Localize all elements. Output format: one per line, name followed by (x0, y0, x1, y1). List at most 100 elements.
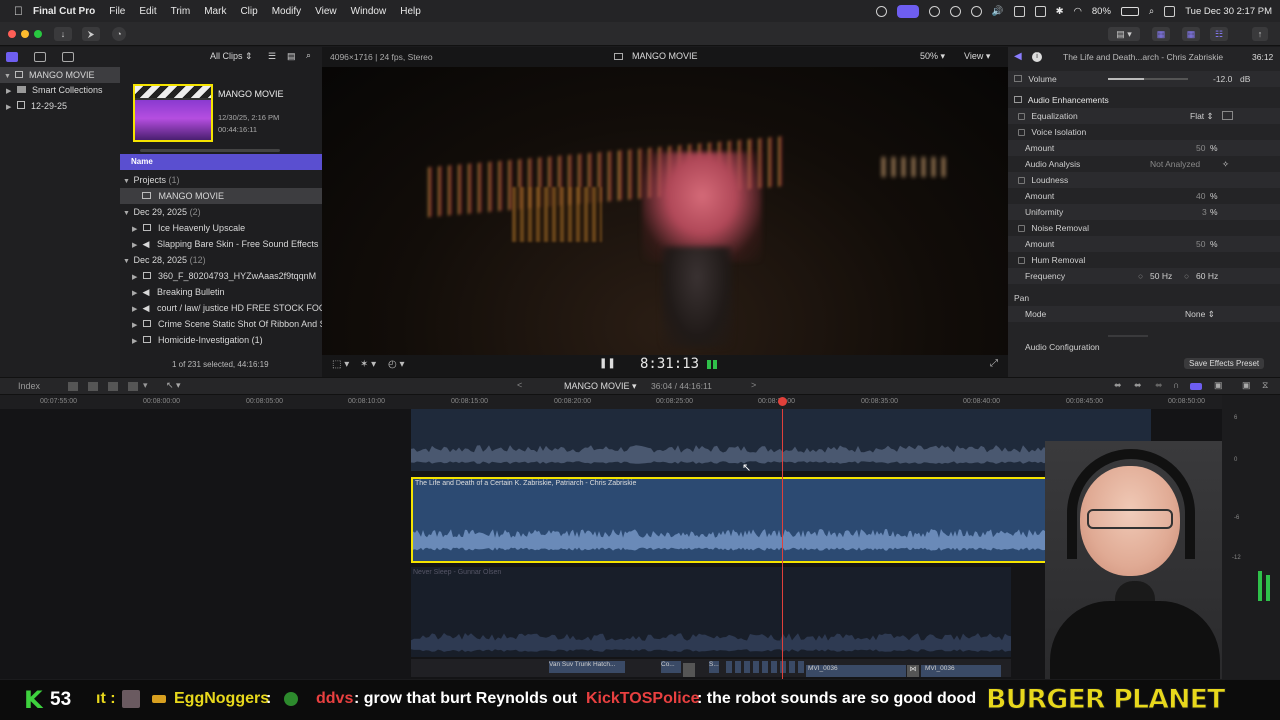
forward-button[interactable]: > (751, 380, 756, 390)
voice-isolation-checkbox[interactable] (1018, 129, 1025, 136)
menu-edit[interactable]: Edit (139, 6, 156, 17)
info-inspector-tab-icon[interactable]: i (1032, 52, 1042, 62)
inspector-divider[interactable] (1108, 335, 1148, 337)
media-browser-icon[interactable] (6, 52, 18, 62)
disclosure-closed-icon[interactable]: ▶ (132, 302, 140, 316)
group-dec28[interactable]: ▼ Dec 28, 2025 (12) (120, 252, 322, 268)
zoom-in-icon[interactable]: ⬌ (1134, 380, 1142, 391)
menu-modify[interactable]: Modify (272, 6, 301, 17)
disclosure-closed-icon[interactable]: ▶ (132, 318, 140, 332)
search-icon[interactable]: ⌕ (306, 50, 311, 61)
close-window-button[interactable] (8, 30, 16, 38)
timeline-ruler[interactable]: 00:07:55:00 00:08:00:00 00:08:05:00 00:0… (0, 395, 1222, 409)
project-thumbnail[interactable] (133, 84, 213, 142)
snapping-icon[interactable]: ∩ (1173, 380, 1179, 390)
storyline-clip[interactable]: S... (709, 661, 719, 673)
library-item[interactable]: ▼ MANGO MOVIE (0, 67, 120, 83)
storyline-clip[interactable]: MVI_0036 (921, 665, 1001, 677)
zoom-window-button[interactable] (34, 30, 42, 38)
view-dropdown[interactable]: View ▾ (964, 51, 990, 62)
menu-mark[interactable]: Mark (204, 6, 226, 17)
storyline-clip[interactable]: Van Suv Trunk Hatch... (549, 661, 625, 673)
show-browser-button[interactable]: ▦ (1152, 27, 1170, 41)
project-dropdown[interactable]: MANGO MOVIE ▾ (564, 381, 637, 392)
menu-trim[interactable]: Trim (171, 6, 191, 17)
loudness-amount-value[interactable]: 40 (1196, 188, 1205, 204)
sidebar-item-smart-collections[interactable]: ▶ Smart Collections (0, 82, 120, 98)
menu-window[interactable]: Window (351, 6, 387, 17)
globe-icon[interactable] (928, 5, 940, 17)
audio-enhancements-header[interactable]: Audio Enhancements (1008, 92, 1280, 108)
clip-filter-dropdown[interactable]: All Clips ⇕ (210, 51, 253, 62)
storyline-clip-group[interactable] (726, 661, 804, 673)
clock[interactable]: Tue Dec 30 2:17 PM (1185, 6, 1272, 17)
playhead-line[interactable] (782, 409, 783, 679)
eq-graph-icon[interactable] (1222, 111, 1233, 120)
uniformity-value[interactable]: 3 (1202, 204, 1207, 220)
background-tasks-button[interactable]: ◔ (112, 27, 126, 41)
video-frame[interactable] (322, 67, 1008, 355)
pan-header[interactable]: Pan (1008, 290, 1280, 306)
index-button[interactable]: Index (18, 381, 40, 391)
disclosure-closed-icon[interactable]: ▶ (6, 100, 14, 114)
audio-clip-selected[interactable]: The Life and Death of a Certain K. Zabri… (411, 477, 1103, 563)
bluetooth-icon[interactable]: ✱ (1056, 6, 1064, 17)
list-item[interactable]: MANGO MOVIE (120, 188, 322, 204)
photos-icon[interactable] (34, 52, 46, 62)
list-item[interactable]: ▶ Ice Heavenly Upscale (120, 220, 322, 236)
zoom-dropdown[interactable]: 50% ▾ (920, 51, 945, 62)
minimize-window-button[interactable] (21, 30, 29, 38)
skimming-icon[interactable]: ⬌ (1155, 380, 1163, 391)
name-column-header[interactable]: Name (120, 154, 322, 170)
group-projects[interactable]: ▼ Projects (1) (120, 172, 322, 188)
storyline-clip[interactable]: Co... (661, 661, 681, 673)
menu-file[interactable]: File (109, 6, 125, 17)
display-icon[interactable] (1013, 5, 1025, 17)
clip-appearance-icon[interactable]: ▣ (1242, 380, 1251, 391)
group-dec29[interactable]: ▼ Dec 29, 2025 (2) (120, 204, 322, 220)
enhance-dropdown[interactable]: ✶ ▾ (360, 359, 376, 370)
timecode-display[interactable]: 8:31:13 (640, 356, 699, 372)
eq-dropdown[interactable]: Flat ⇕ (1190, 108, 1214, 124)
list-item[interactable]: ▶ Crime Scene Static Shot Of Ribbon And … (120, 316, 322, 332)
transform-dropdown[interactable]: ⬚ ▾ (332, 359, 349, 370)
disclosure-closed-icon[interactable]: ▶ (132, 238, 140, 252)
fullscreen-icon[interactable]: ⤢ (990, 358, 998, 369)
volume-value[interactable]: -12.0 (1213, 71, 1232, 87)
titles-icon[interactable] (62, 52, 74, 62)
hum-removal-checkbox[interactable] (1018, 257, 1025, 264)
pause-button[interactable]: ❚❚ (599, 358, 616, 369)
equalization-checkbox[interactable] (1018, 113, 1025, 120)
message-icon[interactable] (1034, 5, 1046, 17)
disclosure-open-icon[interactable]: ▼ (123, 206, 131, 220)
wifi-icon[interactable]: ◠ (1074, 6, 1082, 17)
transition-icon[interactable]: ⋈ (907, 665, 919, 677)
list-item[interactable]: ▶ Homicide-Investigation (1) (120, 332, 322, 348)
play-icon[interactable] (970, 5, 982, 17)
import-button[interactable]: ↓ (54, 27, 72, 41)
menu-help[interactable]: Help (400, 6, 421, 17)
audio-inspector-tab-icon[interactable]: ◀ (1014, 51, 1022, 62)
screen-record-icon[interactable] (896, 4, 919, 18)
freq-60-radio[interactable]: ○ (1184, 268, 1189, 284)
share-menu-button[interactable]: ▤ ▾ (1108, 27, 1140, 41)
list-item[interactable]: ▶ 360_F_80204793_HYZwAaas2f9tqqnM (120, 268, 322, 284)
zoom-out-icon[interactable]: ⬌ (1114, 380, 1122, 391)
keywords-button[interactable]: ⮞ (82, 27, 100, 41)
show-inspector-button[interactable]: ☷ (1210, 27, 1228, 41)
disclosure-open-icon[interactable]: ▼ (123, 254, 131, 268)
freq-50-radio[interactable]: ○ (1138, 268, 1143, 284)
status-dot-icon[interactable] (949, 5, 961, 17)
loudness-checkbox[interactable] (1018, 177, 1025, 184)
nr-amount-value[interactable]: 50 (1196, 236, 1205, 252)
vi-amount-value[interactable]: 50 (1196, 140, 1205, 156)
effects-browser-icon[interactable]: ⧖ (1262, 380, 1268, 391)
list-item[interactable]: ▶ ◀ Slapping Bare Skin - Free Sound Effe… (120, 236, 322, 252)
disclosure-closed-icon[interactable]: ▶ (6, 84, 14, 98)
save-effects-preset-button[interactable]: Save Effects Preset (1184, 358, 1265, 369)
sidebar-item-event[interactable]: ▶ 12-29-25 (0, 98, 120, 114)
volume-expand-icon[interactable] (1014, 75, 1022, 82)
volume-icon[interactable]: 🔊 (992, 6, 1004, 17)
clip-appearance-icon[interactable]: ☰ (268, 51, 276, 62)
edit-mode-dropdown-icon[interactable]: ▾ (143, 380, 148, 391)
